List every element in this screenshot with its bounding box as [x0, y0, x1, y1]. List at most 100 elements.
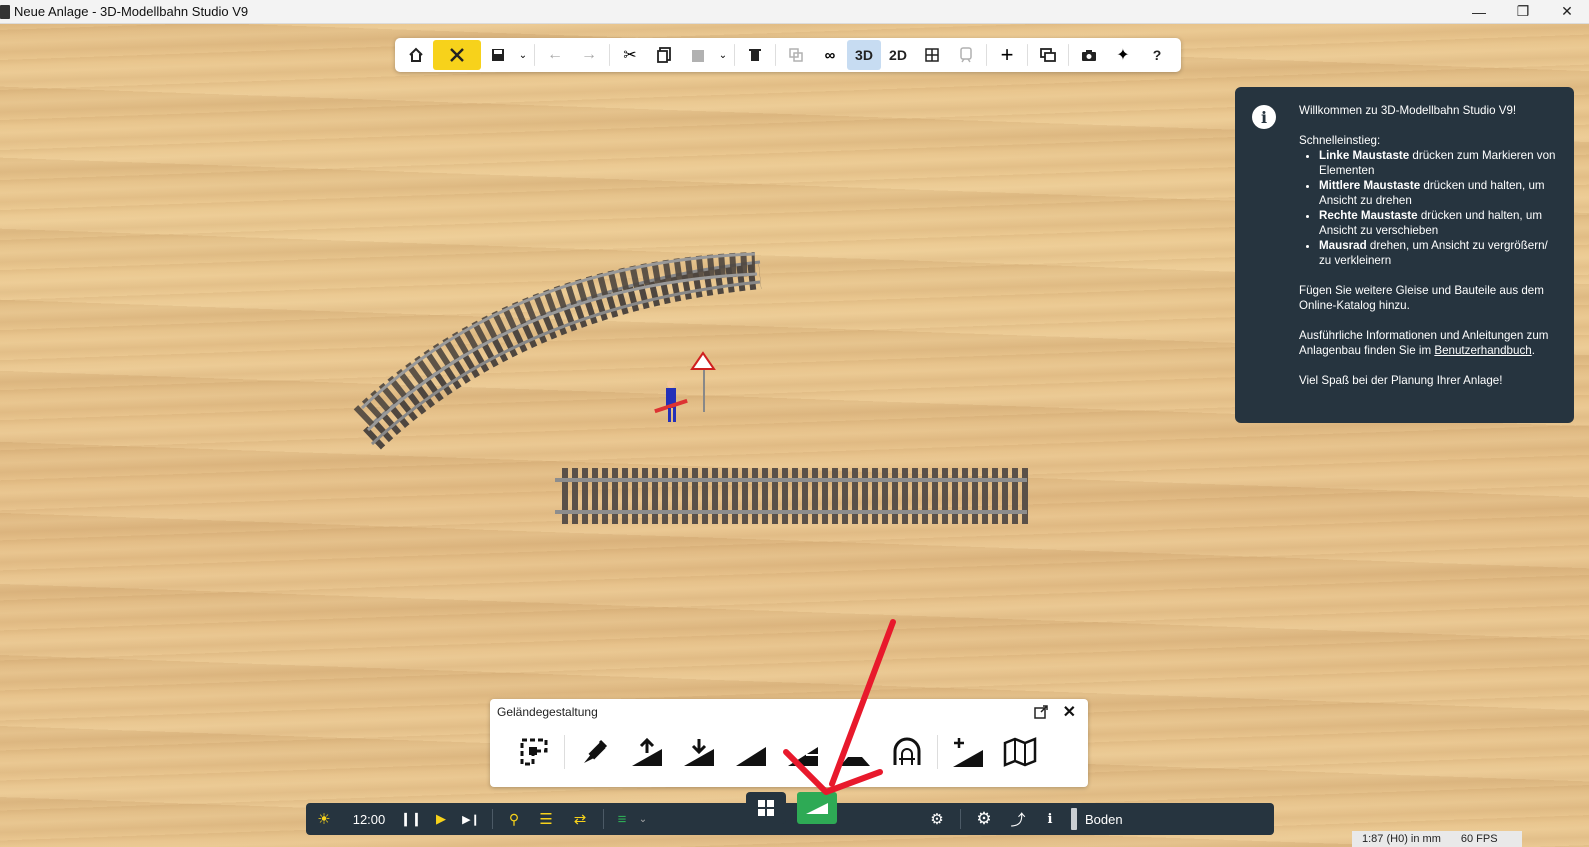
tip-item: Mittlere Maustaste drücken und halten, u…: [1319, 178, 1558, 208]
skip-button[interactable]: ▶❙: [456, 803, 486, 835]
tip-item: Linke Maustaste drücken zum Markieren vo…: [1319, 148, 1558, 178]
train-button[interactable]: [949, 40, 983, 70]
camera-icon: [1082, 49, 1096, 61]
list-button[interactable]: ≡: [610, 803, 634, 835]
paste-button[interactable]: [681, 40, 715, 70]
catalog-grid-button[interactable]: [746, 792, 786, 824]
tools-button[interactable]: [433, 40, 481, 70]
curved-track[interactable]: [353, 252, 762, 450]
delete-icon: [749, 49, 761, 61]
terrain-mode-button[interactable]: [797, 792, 837, 824]
cut-button[interactable]: ✂: [613, 40, 647, 70]
view-2d-label: 2D: [889, 47, 907, 63]
layers-icon: ☰: [539, 811, 553, 828]
train-icon: [960, 47, 972, 63]
tip-item: Rechte Maustaste drücken und halten, um …: [1319, 208, 1558, 238]
copy-icon: [657, 47, 671, 63]
status-bar: 1:87 (H0) in mm 60 FPS: [1352, 831, 1522, 847]
search-button[interactable]: ⚲: [499, 803, 529, 835]
terrain-raise-icon: [632, 737, 662, 766]
add-icon: +: [1000, 42, 1014, 67]
play-button[interactable]: ▶: [426, 803, 456, 835]
chevron-down-icon: ⌄: [718, 49, 728, 61]
toolbar-divider: [1027, 44, 1028, 66]
chevron-down-icon: ⌄: [518, 49, 528, 61]
add-button[interactable]: +: [990, 40, 1024, 70]
copy-button[interactable]: [647, 40, 681, 70]
link-icon: ∞: [824, 46, 836, 64]
delete-button[interactable]: [738, 40, 772, 70]
daylight-button[interactable]: ☀: [306, 803, 342, 835]
bar-divider: [492, 809, 493, 829]
toolbar-divider: [1068, 44, 1069, 66]
terrain-map-icon: [1003, 737, 1037, 767]
warning-sign-model[interactable]: [690, 351, 716, 412]
terrain-panel: Geländegestaltung ✕: [490, 699, 1088, 787]
camera-button[interactable]: [1072, 40, 1106, 70]
search-icon: ⚲: [508, 810, 520, 827]
terrain-panel-title: Geländegestaltung: [497, 705, 598, 719]
terrain-close-button[interactable]: ✕: [1063, 702, 1076, 722]
undo-icon: ←: [547, 46, 563, 63]
grid-icon: [758, 800, 774, 816]
save-icon: [492, 49, 504, 61]
windows-icon: [1040, 48, 1056, 62]
list-dropdown[interactable]: ⌄: [634, 803, 652, 835]
terrain-add-tool[interactable]: [942, 729, 994, 775]
closing-text: Viel Spaß bei der Planung Ihrer Anlage!: [1299, 374, 1503, 387]
tunnel-icon: [893, 737, 921, 765]
view-2d-button[interactable]: 2D: [881, 40, 915, 70]
pause-button[interactable]: ❙❙: [396, 803, 426, 835]
tip-item: Mausrad drehen, um Ansicht zu vergrößern…: [1319, 238, 1558, 268]
manual-link[interactable]: Benutzerhandbuch: [1434, 344, 1531, 357]
transform-button[interactable]: ⤴: [1001, 803, 1035, 835]
properties-button[interactable]: ⚙︎: [920, 803, 954, 835]
manual-paragraph: Ausführliche Informationen und Anleitung…: [1299, 329, 1549, 357]
help-button[interactable]: ?: [1140, 40, 1174, 70]
windows-button[interactable]: [1031, 40, 1065, 70]
settings-button[interactable]: ⚙: [967, 803, 1001, 835]
tunnel-tool[interactable]: [881, 729, 933, 775]
layer-name[interactable]: Boden: [1085, 803, 1145, 835]
main-toolbar: ⌄ ← → ✂ ⌄ ∞ 3D 2D + ✦ ?: [395, 38, 1181, 72]
layers-button[interactable]: ☰: [529, 803, 563, 835]
terrain-map-tool[interactable]: [994, 729, 1046, 775]
bar-divider: [960, 809, 961, 829]
paste-dropdown[interactable]: ⌄: [715, 40, 731, 70]
terrain-paint-tool[interactable]: [569, 729, 621, 775]
group-button[interactable]: [779, 40, 813, 70]
tool-divider: [564, 735, 565, 769]
time-display[interactable]: 12:00: [342, 803, 396, 835]
terrain-icon: [806, 803, 828, 814]
terrain-slope-tool[interactable]: [725, 729, 777, 775]
terrain-embankment-tool[interactable]: [829, 729, 881, 775]
terrain-select-tool[interactable]: [508, 729, 560, 775]
info-button[interactable]: i: [1035, 803, 1065, 835]
toolbar-divider: [534, 44, 535, 66]
plugin-icon: ✦: [1116, 47, 1130, 64]
terrain-flatten-tool[interactable]: [777, 729, 829, 775]
plugin-button[interactable]: ✦: [1106, 40, 1140, 70]
bottom-bar: ☀ 12:00 ❙❙ ▶ ▶❙ ⚲ ☰ ⇄ ≡ ⌄ ⚙︎ ⚙ ⤴ i Boden: [306, 803, 1274, 835]
skip-forward-icon: ▶❙: [462, 813, 480, 826]
shuffle-button[interactable]: ⇄: [563, 803, 597, 835]
terrain-raise-tool[interactable]: [621, 729, 673, 775]
home-button[interactable]: [399, 40, 433, 70]
layer-color-swatch: [1071, 808, 1077, 830]
save-dropdown[interactable]: ⌄: [515, 40, 531, 70]
view-3d-button[interactable]: 3D: [847, 40, 881, 70]
worker-figure-model[interactable]: [654, 380, 688, 422]
terrain-lower-tool[interactable]: [673, 729, 725, 775]
tools-icon: [450, 48, 464, 62]
welcome-text: Willkommen zu 3D-Modellbahn Studio V9!: [1299, 104, 1517, 117]
redo-button[interactable]: →: [572, 40, 606, 70]
undo-button[interactable]: ←: [538, 40, 572, 70]
grid-view-button[interactable]: [915, 40, 949, 70]
cut-icon: ✂: [623, 47, 637, 64]
terrain-paint-icon: [584, 739, 608, 763]
popout-icon[interactable]: [1034, 705, 1048, 719]
save-button[interactable]: [481, 40, 515, 70]
link-button[interactable]: ∞: [813, 40, 847, 70]
scale-readout: 1:87 (H0) in mm: [1362, 833, 1441, 845]
straight-track[interactable]: [555, 468, 1030, 524]
